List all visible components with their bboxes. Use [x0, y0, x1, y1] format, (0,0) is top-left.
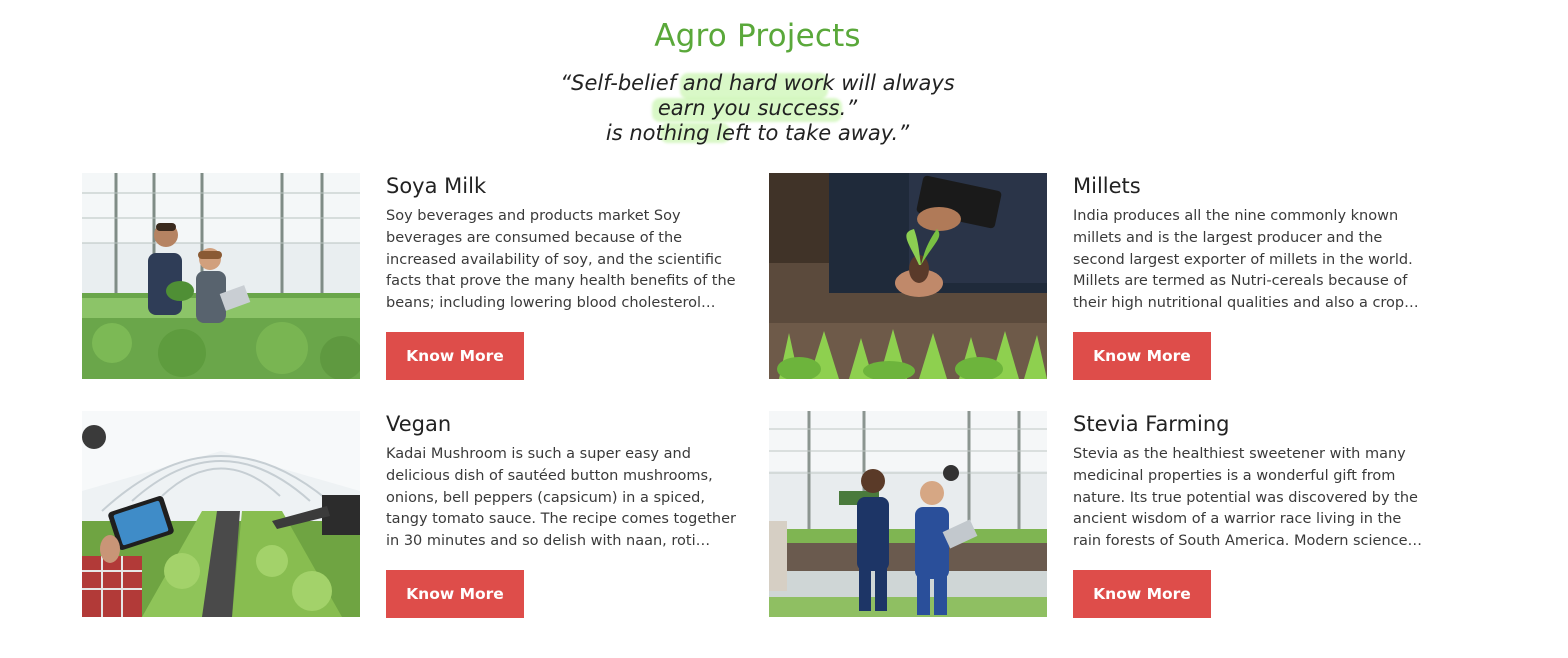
project-title: Soya Milk [386, 174, 487, 198]
quote-line-1: “Self-belief and hard work will always [560, 71, 955, 95]
project-title: Vegan [386, 412, 452, 436]
project-title: Stevia Farming [1073, 412, 1230, 436]
project-content: Stevia Farming Stevia as the healthiest … [1073, 411, 1433, 618]
know-more-button[interactable]: Know More [1073, 332, 1211, 380]
project-description: Soy beverages and products market Soy be… [386, 208, 736, 312]
project-title: Millets [1073, 174, 1141, 198]
project-card-soya-milk: Soya Milk Soy beverages and products mar… [82, 173, 752, 380]
project-content: Millets India produces all the nine comm… [1073, 173, 1433, 380]
quote-line-3: is nothing left to take away.” [605, 121, 910, 145]
project-card-millets: Millets India produces all the nine comm… [769, 173, 1439, 380]
know-more-button[interactable]: Know More [386, 570, 524, 618]
agro-projects-section: Agro Projects “Self-belief and hard work… [0, 0, 1568, 658]
project-description: India produces all the nine commonly kno… [1073, 208, 1419, 312]
project-image-stevia-farming [769, 411, 1047, 617]
project-card-stevia-farming: Stevia Farming Stevia as the healthiest … [769, 411, 1439, 618]
project-image-vegan [82, 411, 360, 617]
know-more-button[interactable]: Know More [1073, 570, 1211, 618]
project-description: Kadai Mushroom is such a super easy and … [386, 446, 736, 550]
project-content: Soya Milk Soy beverages and products mar… [386, 173, 746, 380]
quote-line-2: earn you success.” [657, 96, 858, 120]
project-description: Stevia as the healthiest sweetener with … [1073, 446, 1423, 550]
project-content: Vegan Kadai Mushroom is such a super eas… [386, 411, 746, 618]
section-title: Agro Projects [654, 18, 861, 54]
know-more-button[interactable]: Know More [386, 332, 524, 380]
project-card-vegan: Vegan Kadai Mushroom is such a super eas… [82, 411, 752, 618]
project-image-millets [769, 173, 1047, 379]
quote: “Self-belief and hard work will always e… [0, 71, 1515, 146]
project-image-soya-milk [82, 173, 360, 379]
